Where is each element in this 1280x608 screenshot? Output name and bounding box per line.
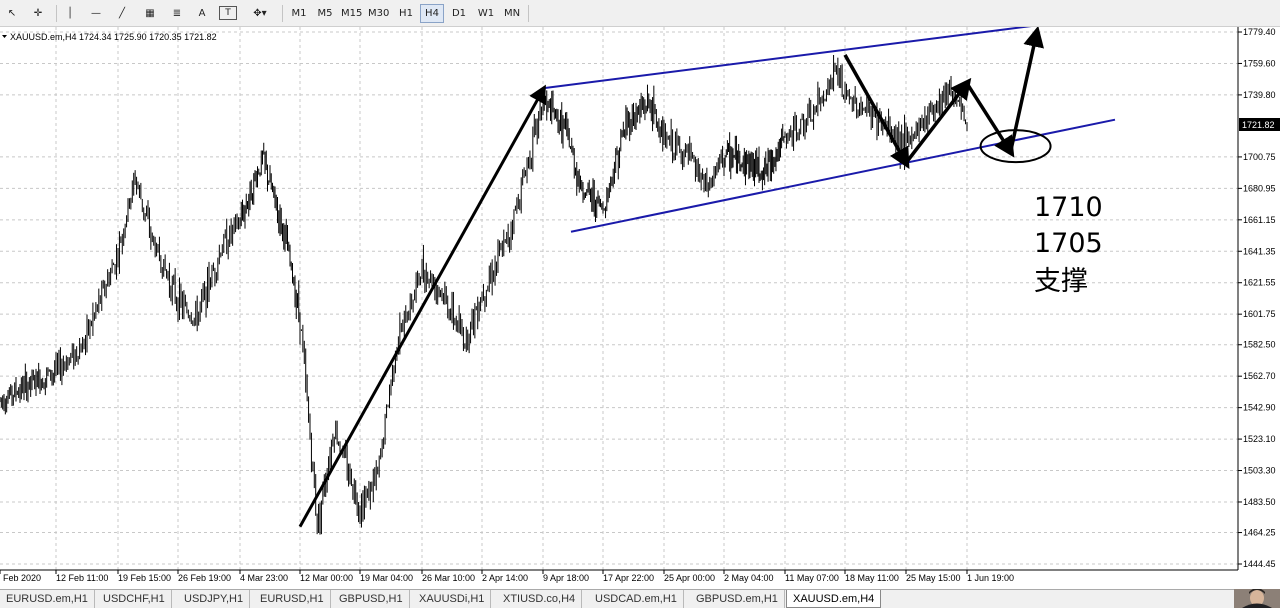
crosshair-icon[interactable]: ✛	[28, 3, 48, 23]
price-tick-label: 1503.30	[1243, 466, 1276, 476]
time-tick-label: 25 May 15:00	[906, 573, 961, 583]
tab-usdchf-h1[interactable]: USDCHF,H1	[97, 590, 172, 608]
price-tick-label: 1562.70	[1243, 371, 1276, 381]
timeframe-m5[interactable]: M5	[313, 4, 337, 23]
tab-eurusd-h1[interactable]: EURUSD,H1	[254, 590, 331, 608]
annotation-support: 支撑	[1034, 266, 1088, 297]
time-tick-label: 12 Feb 11:00	[56, 573, 108, 583]
price-tick-label: 1621.55	[1243, 278, 1276, 288]
vertical-line-icon[interactable]: │	[62, 3, 78, 23]
text-icon[interactable]: A	[194, 3, 210, 23]
timeframe-h4[interactable]: H4	[420, 4, 444, 23]
price-chart[interactable]: 1779.40 1759.60 1739.80 1700.75 1680.95 1661.…	[0, 27, 1280, 589]
annotation-1705: 1705	[1034, 228, 1103, 259]
price-tick-label: 1601.75	[1243, 309, 1276, 319]
timeframe-w1[interactable]: W1	[474, 4, 498, 23]
price-tick-label: 1483.50	[1243, 497, 1276, 507]
tab-usdjpy-h1[interactable]: USDJPY,H1	[178, 590, 251, 608]
time-tick-label: 2 May 04:00	[724, 573, 774, 583]
price-tick-label: 1759.60	[1243, 58, 1276, 68]
time-tick-label: 4 Mar 23:00	[240, 573, 288, 583]
time-tick-label: 19 Feb 15:00	[118, 573, 171, 583]
time-tick-label: 17 Apr 22:00	[603, 573, 654, 583]
avatar	[1234, 589, 1280, 608]
tab-xtiusd-co-h4[interactable]: XTIUSD.co,H4	[497, 590, 583, 608]
time-tick-label: 26 Mar 10:00	[422, 573, 475, 583]
time-tick-label: 11 May 07:00	[785, 573, 839, 583]
price-tick-label: 1700.75	[1243, 152, 1276, 162]
tab-usdcad-em-h1[interactable]: USDCAD.em,H1	[589, 590, 684, 608]
toolbar-separator	[282, 5, 283, 22]
tab-eurusd-em-h1[interactable]: EURUSD.em,H1	[0, 590, 95, 608]
current-price-label: 1721.82	[1242, 120, 1275, 130]
price-tick-label: 1661.15	[1243, 215, 1276, 225]
time-tick-label: 2 Apr 14:00	[482, 573, 528, 583]
time-tick-label: 1 Jun 19:00	[967, 573, 1014, 583]
price-tick-label: 1680.95	[1243, 183, 1276, 193]
price-tick-label: 1444.45	[1243, 559, 1276, 569]
chart-area[interactable]: 1779.40 1759.60 1739.80 1700.75 1680.95 1661.…	[0, 27, 1280, 589]
price-tick-label: 1779.40	[1243, 27, 1276, 37]
shapes-dropdown-icon[interactable]: ✥▾	[247, 3, 273, 23]
trendline-icon[interactable]: ╱	[113, 3, 131, 23]
price-tick-label: 1523.10	[1243, 434, 1276, 444]
cursor-arrow-icon[interactable]: ↖	[3, 3, 21, 23]
timeframe-h1[interactable]: H1	[394, 4, 418, 23]
time-tick-label: 9 Apr 18:00	[543, 573, 589, 583]
time-tick-label: 19 Mar 04:00	[360, 573, 413, 583]
time-tick-label: 18 May 11:00	[845, 573, 899, 583]
annotation-1710: 1710	[1034, 192, 1103, 223]
price-tick-label: 1582.50	[1243, 340, 1276, 350]
timeframe-m1[interactable]: M1	[287, 4, 311, 23]
tab-xauusdi-h1[interactable]: XAUUSDi,H1	[413, 590, 492, 608]
toolbar: ↖ ✛ │ — ╱ ▦ ≣ A T ✥▾ M1 M5 M15 M30 H1 H4…	[0, 0, 1280, 27]
avatar-image	[1234, 589, 1280, 608]
price-tick-label: 1542.90	[1243, 403, 1276, 413]
fibonacci-icon[interactable]: ≣	[168, 3, 186, 23]
time-tick-label: 12 Mar 00:00	[300, 573, 353, 583]
tab-xauusd-em-h4[interactable]: XAUUSD.em,H4	[786, 590, 882, 608]
price-tick-label: 1739.80	[1243, 90, 1276, 100]
text-label-icon[interactable]: T	[219, 6, 237, 20]
price-tick-label: 1464.25	[1243, 528, 1276, 538]
toolbar-separator	[56, 5, 57, 22]
time-tick-label: Feb 2020	[3, 573, 41, 583]
tab-gbpusd-h1[interactable]: GBPUSD,H1	[333, 590, 410, 608]
chart-tabs: EURUSD.em,H1 USDCHF,H1 USDJPY,H1 EURUSD,…	[0, 589, 1280, 608]
horizontal-line-icon[interactable]: —	[87, 3, 105, 23]
time-tick-label: 25 Apr 00:00	[664, 573, 715, 583]
chart-header: XAUUSD.em,H4 1724.34 1725.90 1720.35 172…	[10, 32, 217, 42]
time-tick-label: 26 Feb 19:00	[178, 573, 231, 583]
timeframe-d1[interactable]: D1	[447, 4, 471, 23]
timeframe-m15[interactable]: M15	[338, 4, 365, 23]
timeframe-m30[interactable]: M30	[365, 4, 392, 23]
tab-gbpusd-em-h1[interactable]: GBPUSD.em,H1	[690, 590, 785, 608]
price-tick-label: 1641.35	[1243, 246, 1276, 256]
channel-icon[interactable]: ▦	[140, 3, 160, 23]
toolbar-separator	[528, 5, 529, 22]
timeframe-mn[interactable]: MN	[500, 4, 524, 23]
